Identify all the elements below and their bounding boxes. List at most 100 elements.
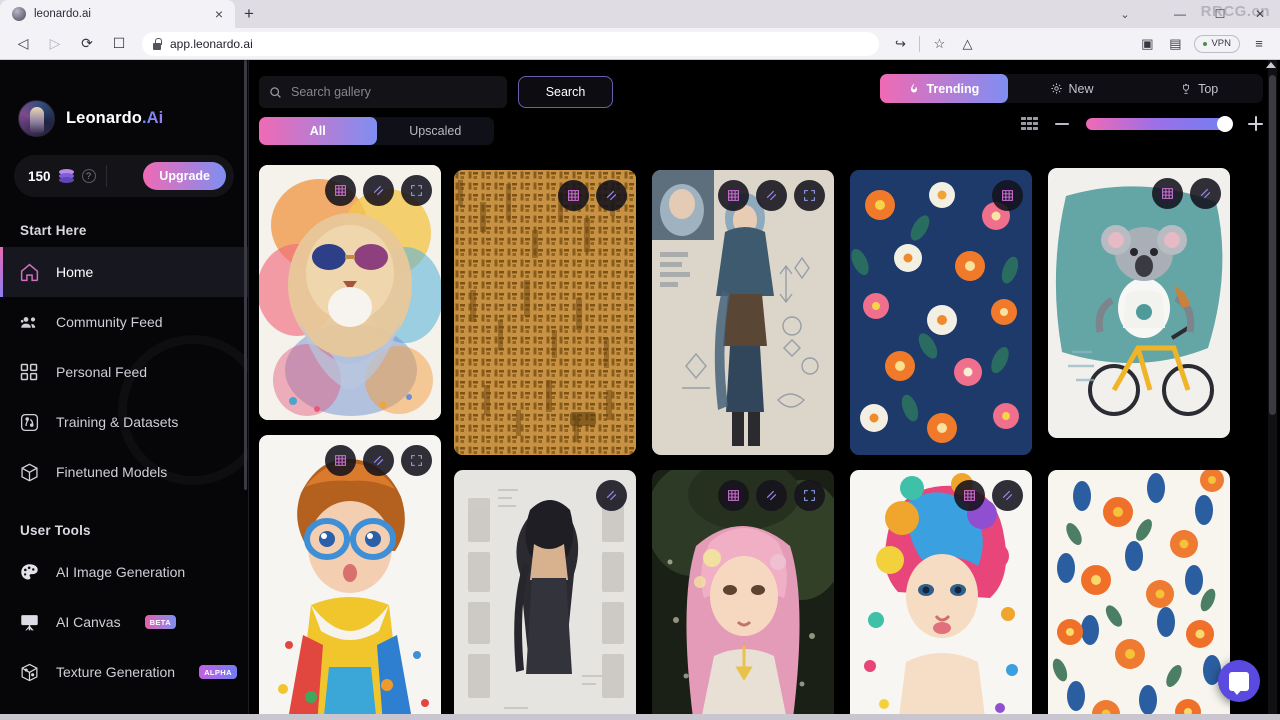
brand-name: Leonardo.Ai — [66, 109, 163, 128]
zoom-slider-handle[interactable] — [1217, 115, 1233, 132]
gallery-card-orange-floral-pattern[interactable] — [1048, 470, 1230, 720]
expand-icon[interactable] — [794, 180, 825, 211]
gallery-card-blue-hair-warrior[interactable] — [652, 170, 834, 455]
back-icon[interactable]: ◁ — [8, 31, 38, 57]
badge-alpha: ALPHA — [199, 665, 237, 679]
variation-icon[interactable] — [1190, 178, 1221, 209]
card-overlay-actions — [1152, 178, 1221, 209]
training-icon — [18, 411, 40, 433]
zoom-in-button[interactable] — [1248, 116, 1263, 131]
sidebar-item-label: AI Canvas — [56, 614, 121, 630]
filter-upscaled[interactable]: Upscaled — [377, 117, 495, 145]
expand-icon[interactable] — [794, 480, 825, 511]
remix-icon[interactable] — [558, 180, 589, 211]
variation-icon[interactable] — [992, 480, 1023, 511]
sidebar-item-home[interactable]: Home — [0, 247, 248, 297]
vpn-button[interactable]: VPN — [1194, 34, 1240, 53]
gallery-card-rainbow-hair-portrait[interactable] — [850, 470, 1032, 720]
search-input[interactable]: Search gallery — [259, 76, 507, 108]
window-maximize-button[interactable]: ☐ — [1200, 0, 1240, 28]
upgrade-button[interactable]: Upgrade — [143, 162, 226, 190]
sidebar-item-label: Finetuned Models — [56, 464, 168, 480]
browser-window: leonardo.ai × + ⌄ — ☐ ✕ ◁ ▷ ⟳ ☐ app.leon… — [0, 0, 1280, 720]
chat-glyph — [1229, 671, 1249, 695]
gallery-card-egyptian-hieroglyphs[interactable] — [454, 170, 636, 455]
reload-icon[interactable]: ⟳ — [72, 31, 102, 57]
home-icon — [18, 261, 40, 283]
tab-new[interactable]: New — [1008, 74, 1136, 103]
tab-label: Top — [1198, 81, 1219, 96]
remix-icon[interactable] — [718, 180, 749, 211]
tab-top[interactable]: Top — [1135, 74, 1263, 103]
forward-icon[interactable]: ▷ — [40, 31, 70, 57]
wallet-icon[interactable]: ▤ — [1162, 31, 1188, 57]
sidebar-item-ai-image-generation[interactable]: AI Image Generation — [0, 547, 248, 597]
sidebar-item-ai-canvas[interactable]: AI Canvas BETA — [0, 597, 248, 647]
expand-icon[interactable] — [401, 445, 432, 476]
flame-icon — [911, 83, 918, 93]
leonardo-logo-icon — [18, 100, 55, 137]
zoom-slider[interactable] — [1086, 115, 1233, 132]
chat-bubble-icon[interactable] — [1218, 660, 1260, 702]
gallery-card-koala-on-bicycle[interactable] — [1048, 168, 1230, 438]
tab-trending[interactable]: Trending — [880, 74, 1008, 103]
side-panel-icon[interactable]: ▣ — [1134, 31, 1160, 57]
card-image — [850, 170, 1032, 455]
zoom-controls — [1021, 115, 1263, 132]
sidebar-item-label: Texture Generation — [56, 664, 176, 680]
grid-density-icon[interactable] — [1021, 116, 1038, 131]
remix-icon[interactable] — [325, 445, 356, 476]
remix-icon[interactable] — [954, 480, 985, 511]
tab-close-icon[interactable]: × — [211, 5, 227, 23]
brand[interactable]: Leonardo.Ai — [0, 60, 248, 137]
variation-icon[interactable] — [596, 180, 627, 211]
tab-list-chevron-down-icon[interactable]: ⌄ — [1110, 0, 1140, 28]
card-overlay-actions — [992, 180, 1023, 211]
new-tab-button[interactable]: + — [235, 0, 263, 28]
vpn-status-dot — [1203, 41, 1208, 46]
help-icon[interactable]: ? — [81, 169, 96, 183]
variation-icon[interactable] — [756, 180, 787, 211]
scroll-up-arrow-icon[interactable] — [1266, 62, 1276, 68]
grid-icon — [18, 361, 40, 383]
variation-icon[interactable] — [363, 445, 394, 476]
community-icon — [18, 311, 40, 333]
remix-icon[interactable] — [1152, 178, 1183, 209]
remix-icon[interactable] — [992, 180, 1023, 211]
brave-lion-icon[interactable]: △ — [954, 31, 980, 57]
variation-icon[interactable] — [363, 175, 394, 206]
address-bar[interactable]: app.leonardo.ai — [142, 31, 880, 56]
gallery-card-girl-blue-glasses[interactable] — [259, 435, 441, 720]
page-scrollbar[interactable] — [1268, 60, 1277, 720]
sidebar-item-community-feed[interactable]: Community Feed — [0, 297, 248, 347]
variation-icon[interactable] — [596, 480, 627, 511]
sidebar-item-training-datasets[interactable]: Training & Datasets — [0, 397, 248, 447]
main-content: Search gallery Search All Upscaled Trend… — [249, 60, 1280, 720]
zoom-out-button[interactable] — [1055, 122, 1069, 125]
texture-icon — [18, 661, 40, 683]
gallery-card-pink-hair-fairy[interactable] — [652, 470, 834, 720]
sidebar-item-texture-generation[interactable]: Texture Generation ALPHA — [0, 647, 248, 697]
brave-shield-icon[interactable]: ☆ — [926, 31, 952, 57]
bookmark-icon[interactable]: ☐ — [104, 31, 134, 57]
sidebar-item-personal-feed[interactable]: Personal Feed — [0, 347, 248, 397]
expand-icon[interactable] — [401, 175, 432, 206]
remix-icon[interactable] — [325, 175, 356, 206]
browser-menu-icon[interactable]: ≡ — [1246, 31, 1272, 57]
credits-divider — [105, 165, 107, 187]
browser-tab-leonardo[interactable]: leonardo.ai × — [0, 0, 235, 28]
gallery-card-lion-sunglasses[interactable] — [259, 165, 441, 420]
window-minimize-button[interactable]: — — [1160, 0, 1200, 28]
window-close-button[interactable]: ✕ — [1240, 0, 1280, 28]
remix-icon[interactable] — [718, 480, 749, 511]
search-button[interactable]: Search — [518, 76, 613, 108]
page-scrollbar-thumb[interactable] — [1269, 75, 1276, 415]
sidebar-item-finetuned-models[interactable]: Finetuned Models — [0, 447, 248, 497]
filter-all[interactable]: All — [259, 117, 377, 145]
gallery-card-dark-sorceress-sheet[interactable] — [454, 470, 636, 720]
gallery-card-floral-pattern-dark[interactable] — [850, 170, 1032, 455]
variation-icon[interactable] — [756, 480, 787, 511]
share-icon[interactable]: ↪ — [887, 31, 913, 57]
sidebar-scrollbar[interactable] — [244, 60, 247, 490]
window-bottom-strip — [0, 714, 1280, 720]
